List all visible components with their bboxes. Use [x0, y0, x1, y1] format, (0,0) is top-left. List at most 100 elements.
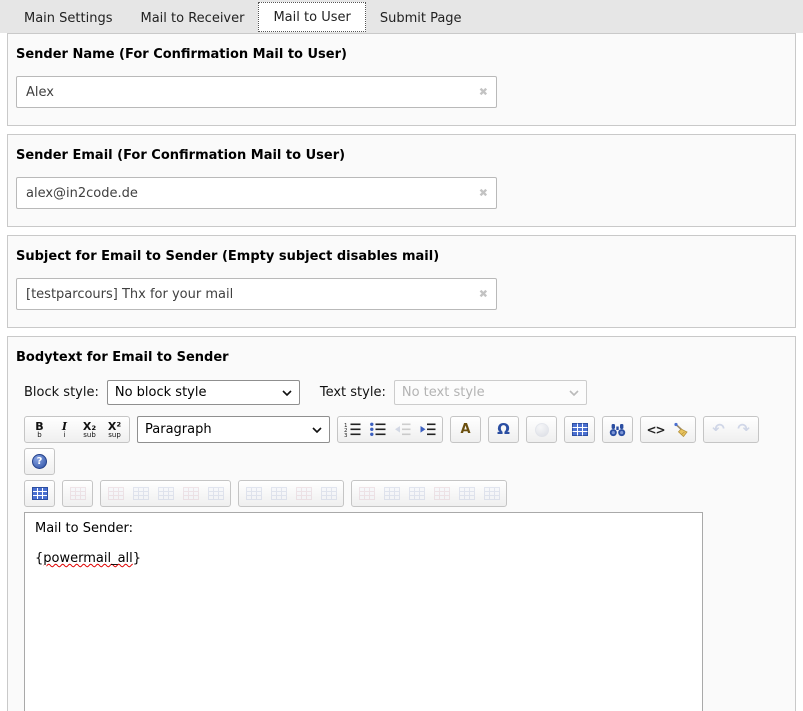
- section-sender-name: Sender Name (For Confirmation Mail to Us…: [7, 33, 796, 126]
- undo-icon: ↶: [712, 422, 725, 437]
- superscript-button[interactable]: X² sup: [102, 418, 127, 441]
- indent-icon: [419, 422, 436, 437]
- chevron-down-icon: [569, 390, 579, 396]
- table-insert-icon: [32, 487, 48, 500]
- link-icon: [535, 423, 549, 437]
- column-ops-group: [238, 480, 344, 507]
- special-character-button[interactable]: Ω: [491, 418, 516, 441]
- section-subject: Subject for Email to Sender (Empty subje…: [7, 235, 796, 328]
- link-button: [529, 418, 554, 441]
- svg-text:3: 3: [344, 433, 348, 437]
- table-properties-button: [65, 482, 90, 505]
- insert-table-op-group: [24, 480, 55, 507]
- sender-name-input[interactable]: [16, 76, 497, 108]
- help-button[interactable]: ?: [27, 450, 52, 473]
- cell-insert-before-icon: [384, 487, 400, 500]
- row-insert-above-icon: [133, 487, 149, 500]
- subject-input-wrap: ✖: [16, 278, 497, 310]
- text-style-label: Text style:: [320, 385, 386, 400]
- column-delete-icon: [296, 487, 312, 500]
- tab-main-settings[interactable]: Main Settings: [10, 3, 127, 33]
- brace-close: }: [133, 551, 141, 566]
- cell-insert-before-button: [379, 482, 404, 505]
- outdent-icon: [394, 422, 411, 437]
- block-style-select[interactable]: No block style: [107, 380, 300, 405]
- bold-button[interactable]: B b: [27, 418, 52, 441]
- tab-submit-page[interactable]: Submit Page: [366, 3, 476, 33]
- text-color-group: A: [450, 416, 481, 443]
- cell-merge-icon: [459, 487, 475, 500]
- redo-button: ↷: [731, 418, 756, 441]
- unordered-list-button[interactable]: [365, 418, 390, 441]
- unordered-list-icon: [369, 422, 386, 437]
- text-color-icon: A: [460, 423, 470, 436]
- sender-email-label: Sender Email (For Confirmation Mail to U…: [16, 148, 787, 163]
- special-character-group: Ω: [488, 416, 519, 443]
- table-properties-group: [62, 480, 93, 507]
- cell-delete-icon: [434, 487, 450, 500]
- paragraph-format-select[interactable]: Paragraph: [137, 416, 330, 443]
- row-delete-icon: [183, 487, 199, 500]
- bodytext-label: Bodytext for Email to Sender: [16, 350, 787, 365]
- row-properties-icon: [108, 487, 124, 500]
- table-properties-icon: [70, 487, 86, 500]
- block-style-value: No block style: [115, 385, 207, 400]
- column-insert-after-button: [266, 482, 291, 505]
- clear-icon[interactable]: ✖: [479, 188, 488, 199]
- insert-table-button[interactable]: [567, 418, 592, 441]
- subscript-icon-sub: sub: [83, 432, 96, 439]
- indent-button[interactable]: [415, 418, 440, 441]
- redo-icon: ↷: [737, 422, 750, 437]
- find-replace-button[interactable]: [605, 418, 630, 441]
- powermail-variable: powermail_all: [43, 551, 133, 566]
- row-ops-group: [100, 480, 231, 507]
- sender-name-input-wrap: ✖: [16, 76, 497, 108]
- source-view-button[interactable]: <>: [643, 418, 668, 441]
- subject-input[interactable]: [16, 278, 497, 310]
- find-group: [602, 416, 633, 443]
- source-code-icon: <>: [646, 424, 664, 436]
- column-insert-before-icon: [246, 487, 262, 500]
- bold-icon: B: [35, 421, 43, 432]
- rte-toolbar-table-ops: [24, 480, 787, 507]
- link-group: [526, 416, 557, 443]
- editor-line: {powermail_all}: [35, 551, 692, 566]
- chevron-down-icon: [312, 427, 322, 433]
- tab-bar: Main Settings Mail to Receiver Mail to U…: [0, 0, 803, 33]
- row-split-icon: [208, 487, 224, 500]
- sender-email-input-wrap: ✖: [16, 177, 497, 209]
- rte-editor-area[interactable]: Mail to Sender: {powermail_all}: [24, 512, 703, 711]
- section-sender-email: Sender Email (For Confirmation Mail to U…: [7, 134, 796, 227]
- cell-split-button: [479, 482, 504, 505]
- remove-format-button[interactable]: [668, 418, 693, 441]
- text-style-value: No text style: [402, 385, 485, 400]
- rte-style-row: Block style: No block style Text style: …: [24, 380, 787, 405]
- text-color-button[interactable]: A: [453, 418, 478, 441]
- subscript-button[interactable]: X₂ sub: [77, 418, 102, 441]
- clear-icon[interactable]: ✖: [479, 289, 488, 300]
- sender-email-input[interactable]: [16, 177, 497, 209]
- cell-ops-group: [351, 480, 507, 507]
- cell-insert-after-button: [404, 482, 429, 505]
- table-insert-button[interactable]: [27, 482, 52, 505]
- row-insert-under-button: [153, 482, 178, 505]
- history-group: ↶ ↷: [703, 416, 759, 443]
- text-style-select: No text style: [394, 380, 587, 405]
- cell-properties-button: [354, 482, 379, 505]
- superscript-icon-sub: sup: [108, 432, 121, 439]
- clear-icon[interactable]: ✖: [479, 87, 488, 98]
- cell-insert-after-icon: [409, 487, 425, 500]
- ordered-list-button[interactable]: 1 2 3: [340, 418, 365, 441]
- column-insert-before-button: [241, 482, 266, 505]
- row-insert-above-button: [128, 482, 153, 505]
- italic-button[interactable]: I i: [52, 418, 77, 441]
- tab-mail-to-receiver[interactable]: Mail to Receiver: [127, 3, 259, 33]
- paragraph-format-value: Paragraph: [145, 422, 212, 437]
- column-split-icon: [321, 487, 337, 500]
- editor-line: Mail to Sender:: [35, 521, 692, 536]
- row-delete-button: [178, 482, 203, 505]
- section-bodytext: Bodytext for Email to Sender Block style…: [7, 336, 796, 711]
- special-character-icon: Ω: [497, 422, 510, 437]
- tab-mail-to-user[interactable]: Mail to User: [258, 2, 365, 32]
- table-icon: [572, 423, 588, 436]
